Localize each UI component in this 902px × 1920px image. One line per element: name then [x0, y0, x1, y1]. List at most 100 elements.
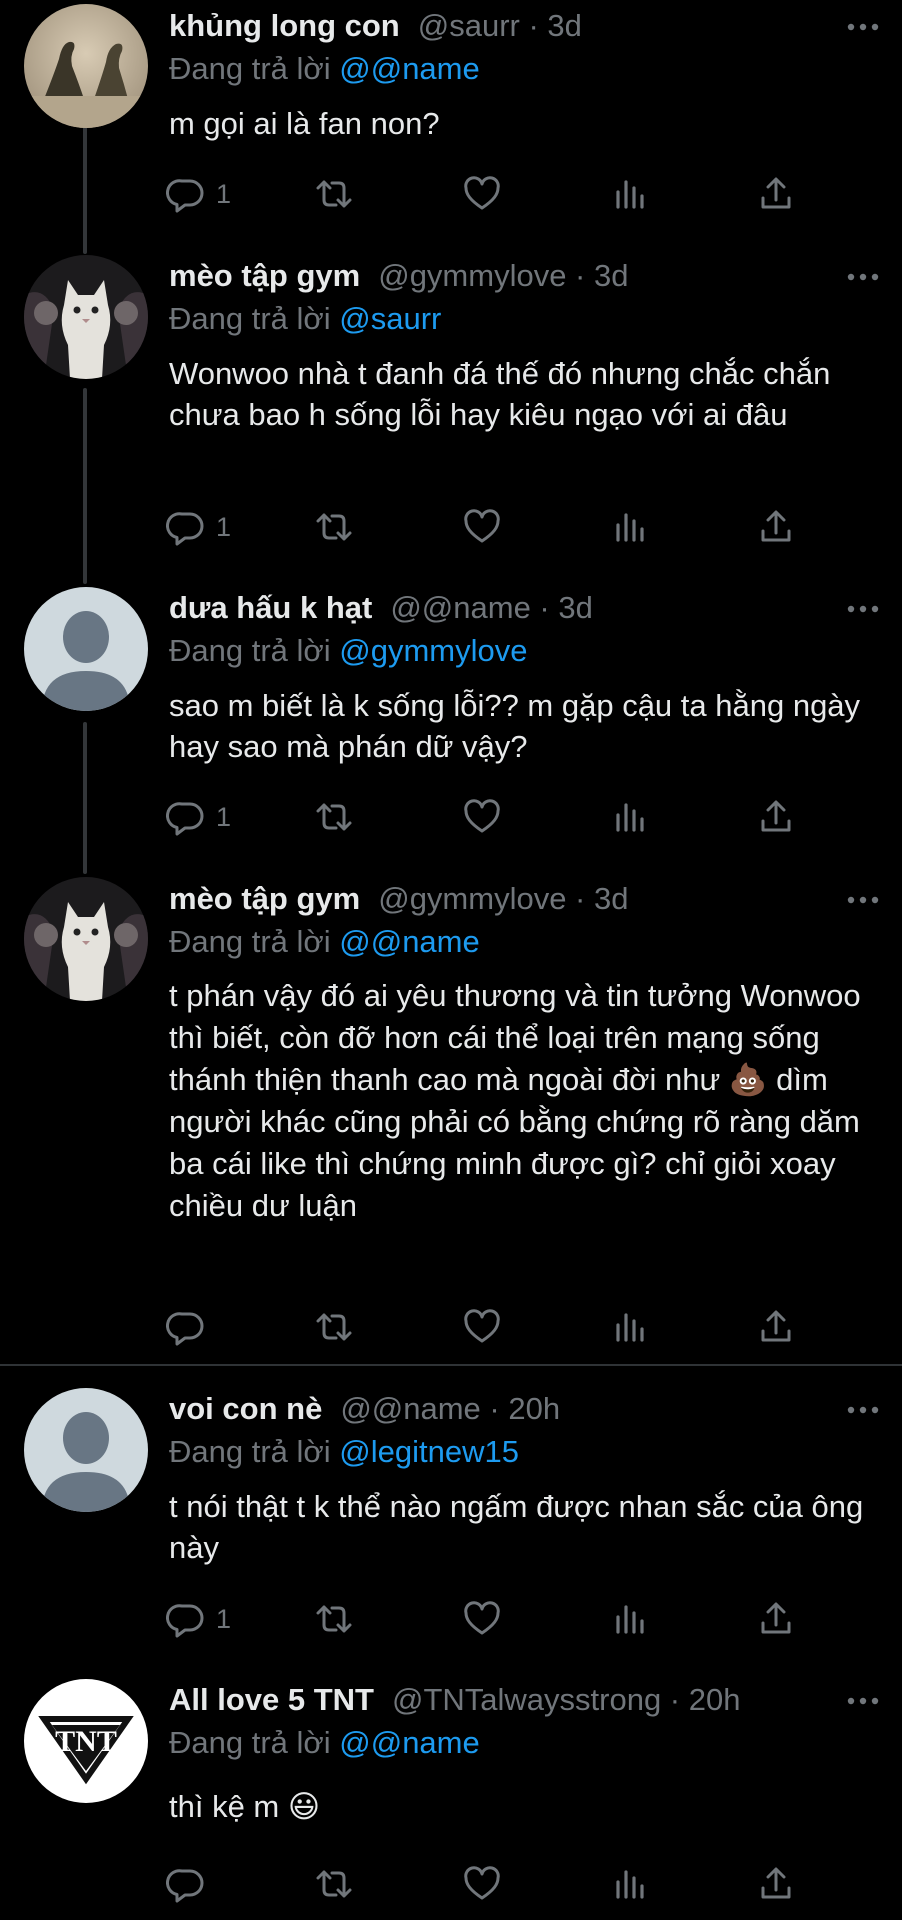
- views-chart-icon: [616, 513, 644, 542]
- mention-link[interactable]: @gymmylove: [339, 633, 527, 668]
- more-options-icon[interactable]: [846, 1686, 880, 1716]
- reply-button[interactable]: 1: [166, 505, 231, 549]
- retweet-icon: [316, 1313, 352, 1341]
- share-button[interactable]: [756, 1862, 796, 1906]
- thread-line: [83, 388, 87, 584]
- share-button[interactable]: [756, 1305, 796, 1349]
- handle-and-time: @gymmylove · 3d: [378, 881, 629, 916]
- display-name[interactable]: mèo tập gym: [169, 258, 360, 294]
- tweet-text: thì kệ m 😃: [169, 1786, 881, 1827]
- share-button[interactable]: [756, 795, 796, 839]
- reply-count: 1: [216, 178, 232, 209]
- replying-to-prefix: Đang trả lời: [169, 1434, 331, 1469]
- tweet-header: voi con nè @@name · 20h: [169, 1387, 882, 1431]
- display-name[interactable]: voi con nè: [169, 1391, 322, 1427]
- reply-icon: [166, 1604, 204, 1638]
- tweet-text: t phán vậy đó ai yêu thương và tin tưởng…: [169, 975, 881, 1227]
- retweet-icon: [316, 180, 352, 208]
- tweet-header: dưa hấu k hạt @@name · 3d: [169, 586, 882, 630]
- tweet-text: t nói thật t k thể nào ngấm được nhan sắ…: [169, 1489, 864, 1565]
- share-icon: [761, 177, 791, 209]
- mention-link[interactable]: @legitnew15: [339, 1434, 519, 1469]
- display-name[interactable]: khủng long con: [169, 8, 400, 44]
- reply-button[interactable]: 1: [166, 172, 231, 216]
- like-button[interactable]: [462, 1862, 502, 1906]
- like-button[interactable]: [462, 505, 502, 549]
- heart-icon: [464, 1866, 500, 1900]
- action-bar: [166, 1862, 806, 1906]
- more-options-icon[interactable]: [846, 262, 880, 292]
- retweet-icon: [316, 1605, 352, 1633]
- default-avatar[interactable]: [24, 587, 148, 711]
- views-chart-icon: [616, 1870, 644, 1899]
- retweet-button[interactable]: [314, 1305, 354, 1349]
- retweet-icon: [316, 513, 352, 541]
- views-button[interactable]: [610, 795, 650, 839]
- like-button[interactable]: [462, 172, 502, 216]
- reply-button[interactable]: [166, 1305, 216, 1349]
- replying-to: Đang trả lời @@name: [169, 924, 480, 960]
- tweet-text: m gọi ai là fan non?: [169, 106, 440, 141]
- share-button[interactable]: [756, 505, 796, 549]
- handle-and-time: @saurr · 3d: [417, 8, 582, 43]
- share-icon: [761, 1310, 791, 1342]
- share-button[interactable]: [756, 1597, 796, 1641]
- retweet-button[interactable]: [314, 172, 354, 216]
- tnt-logo-avatar[interactable]: TNT: [24, 1679, 148, 1803]
- views-button[interactable]: [610, 172, 650, 216]
- reply-button[interactable]: 1: [166, 795, 231, 839]
- views-chart-icon: [616, 180, 644, 209]
- replying-to: Đang trả lời @legitnew15: [169, 1434, 519, 1470]
- retweet-button[interactable]: [314, 505, 354, 549]
- action-bar: 1: [166, 795, 806, 839]
- replying-to: Đang trả lời @@name: [169, 1725, 480, 1761]
- mention-link[interactable]: @saurr: [339, 301, 441, 336]
- retweet-button[interactable]: [314, 795, 354, 839]
- views-chart-icon: [616, 1605, 644, 1634]
- handle-and-time: @@name · 3d: [390, 590, 593, 625]
- like-button[interactable]: [462, 1597, 502, 1641]
- poop-emoji: 💩: [728, 1062, 768, 1097]
- reply-button[interactable]: 1: [166, 1597, 231, 1641]
- handle-and-time: @@name · 20h: [340, 1391, 561, 1426]
- reply-count: 1: [216, 511, 232, 542]
- display-name[interactable]: All love 5 TNT: [169, 1682, 374, 1718]
- views-button[interactable]: [610, 1862, 650, 1906]
- replying-to-prefix: Đang trả lời: [169, 51, 331, 86]
- cat-gym-avatar[interactable]: [24, 255, 148, 379]
- mention-link[interactable]: @@name: [339, 924, 479, 959]
- reply-button[interactable]: [166, 1862, 216, 1906]
- retweet-icon: [316, 803, 352, 831]
- more-options-icon[interactable]: [846, 594, 880, 624]
- more-options-icon[interactable]: [846, 885, 880, 915]
- mention-link[interactable]: @@name: [339, 1725, 479, 1760]
- tweet[interactable]: khủng long con @saurr · 3d Đang trả lời …: [0, 0, 902, 250]
- like-button[interactable]: [462, 1305, 502, 1349]
- display-name[interactable]: mèo tập gym: [169, 881, 360, 917]
- heart-icon: [464, 1309, 500, 1343]
- views-button[interactable]: [610, 1597, 650, 1641]
- tnt-logo-text: TNT: [55, 1725, 117, 1758]
- dinosaur-avatar[interactable]: [24, 4, 148, 128]
- action-bar: 1: [166, 505, 806, 549]
- default-avatar[interactable]: [24, 1388, 148, 1512]
- thread-line: [83, 722, 87, 874]
- cat-gym-avatar[interactable]: [24, 877, 148, 1001]
- tweet-header: mèo tập gym @gymmylove · 3d: [169, 877, 882, 921]
- retweet-icon: [316, 1870, 352, 1898]
- like-button[interactable]: [462, 795, 502, 839]
- mention-link[interactable]: @@name: [339, 51, 479, 86]
- views-chart-icon: [616, 1313, 644, 1342]
- views-button[interactable]: [610, 505, 650, 549]
- share-button[interactable]: [756, 172, 796, 216]
- retweet-button[interactable]: [314, 1597, 354, 1641]
- more-options-icon[interactable]: [846, 12, 880, 42]
- replying-to-prefix: Đang trả lời: [169, 924, 331, 959]
- more-options-icon[interactable]: [846, 1395, 880, 1425]
- display-name[interactable]: dưa hấu k hạt: [169, 590, 372, 626]
- share-icon: [761, 1867, 791, 1899]
- reply-icon: [166, 802, 204, 836]
- retweet-button[interactable]: [314, 1862, 354, 1906]
- reply-icon: [166, 179, 204, 213]
- views-button[interactable]: [610, 1305, 650, 1349]
